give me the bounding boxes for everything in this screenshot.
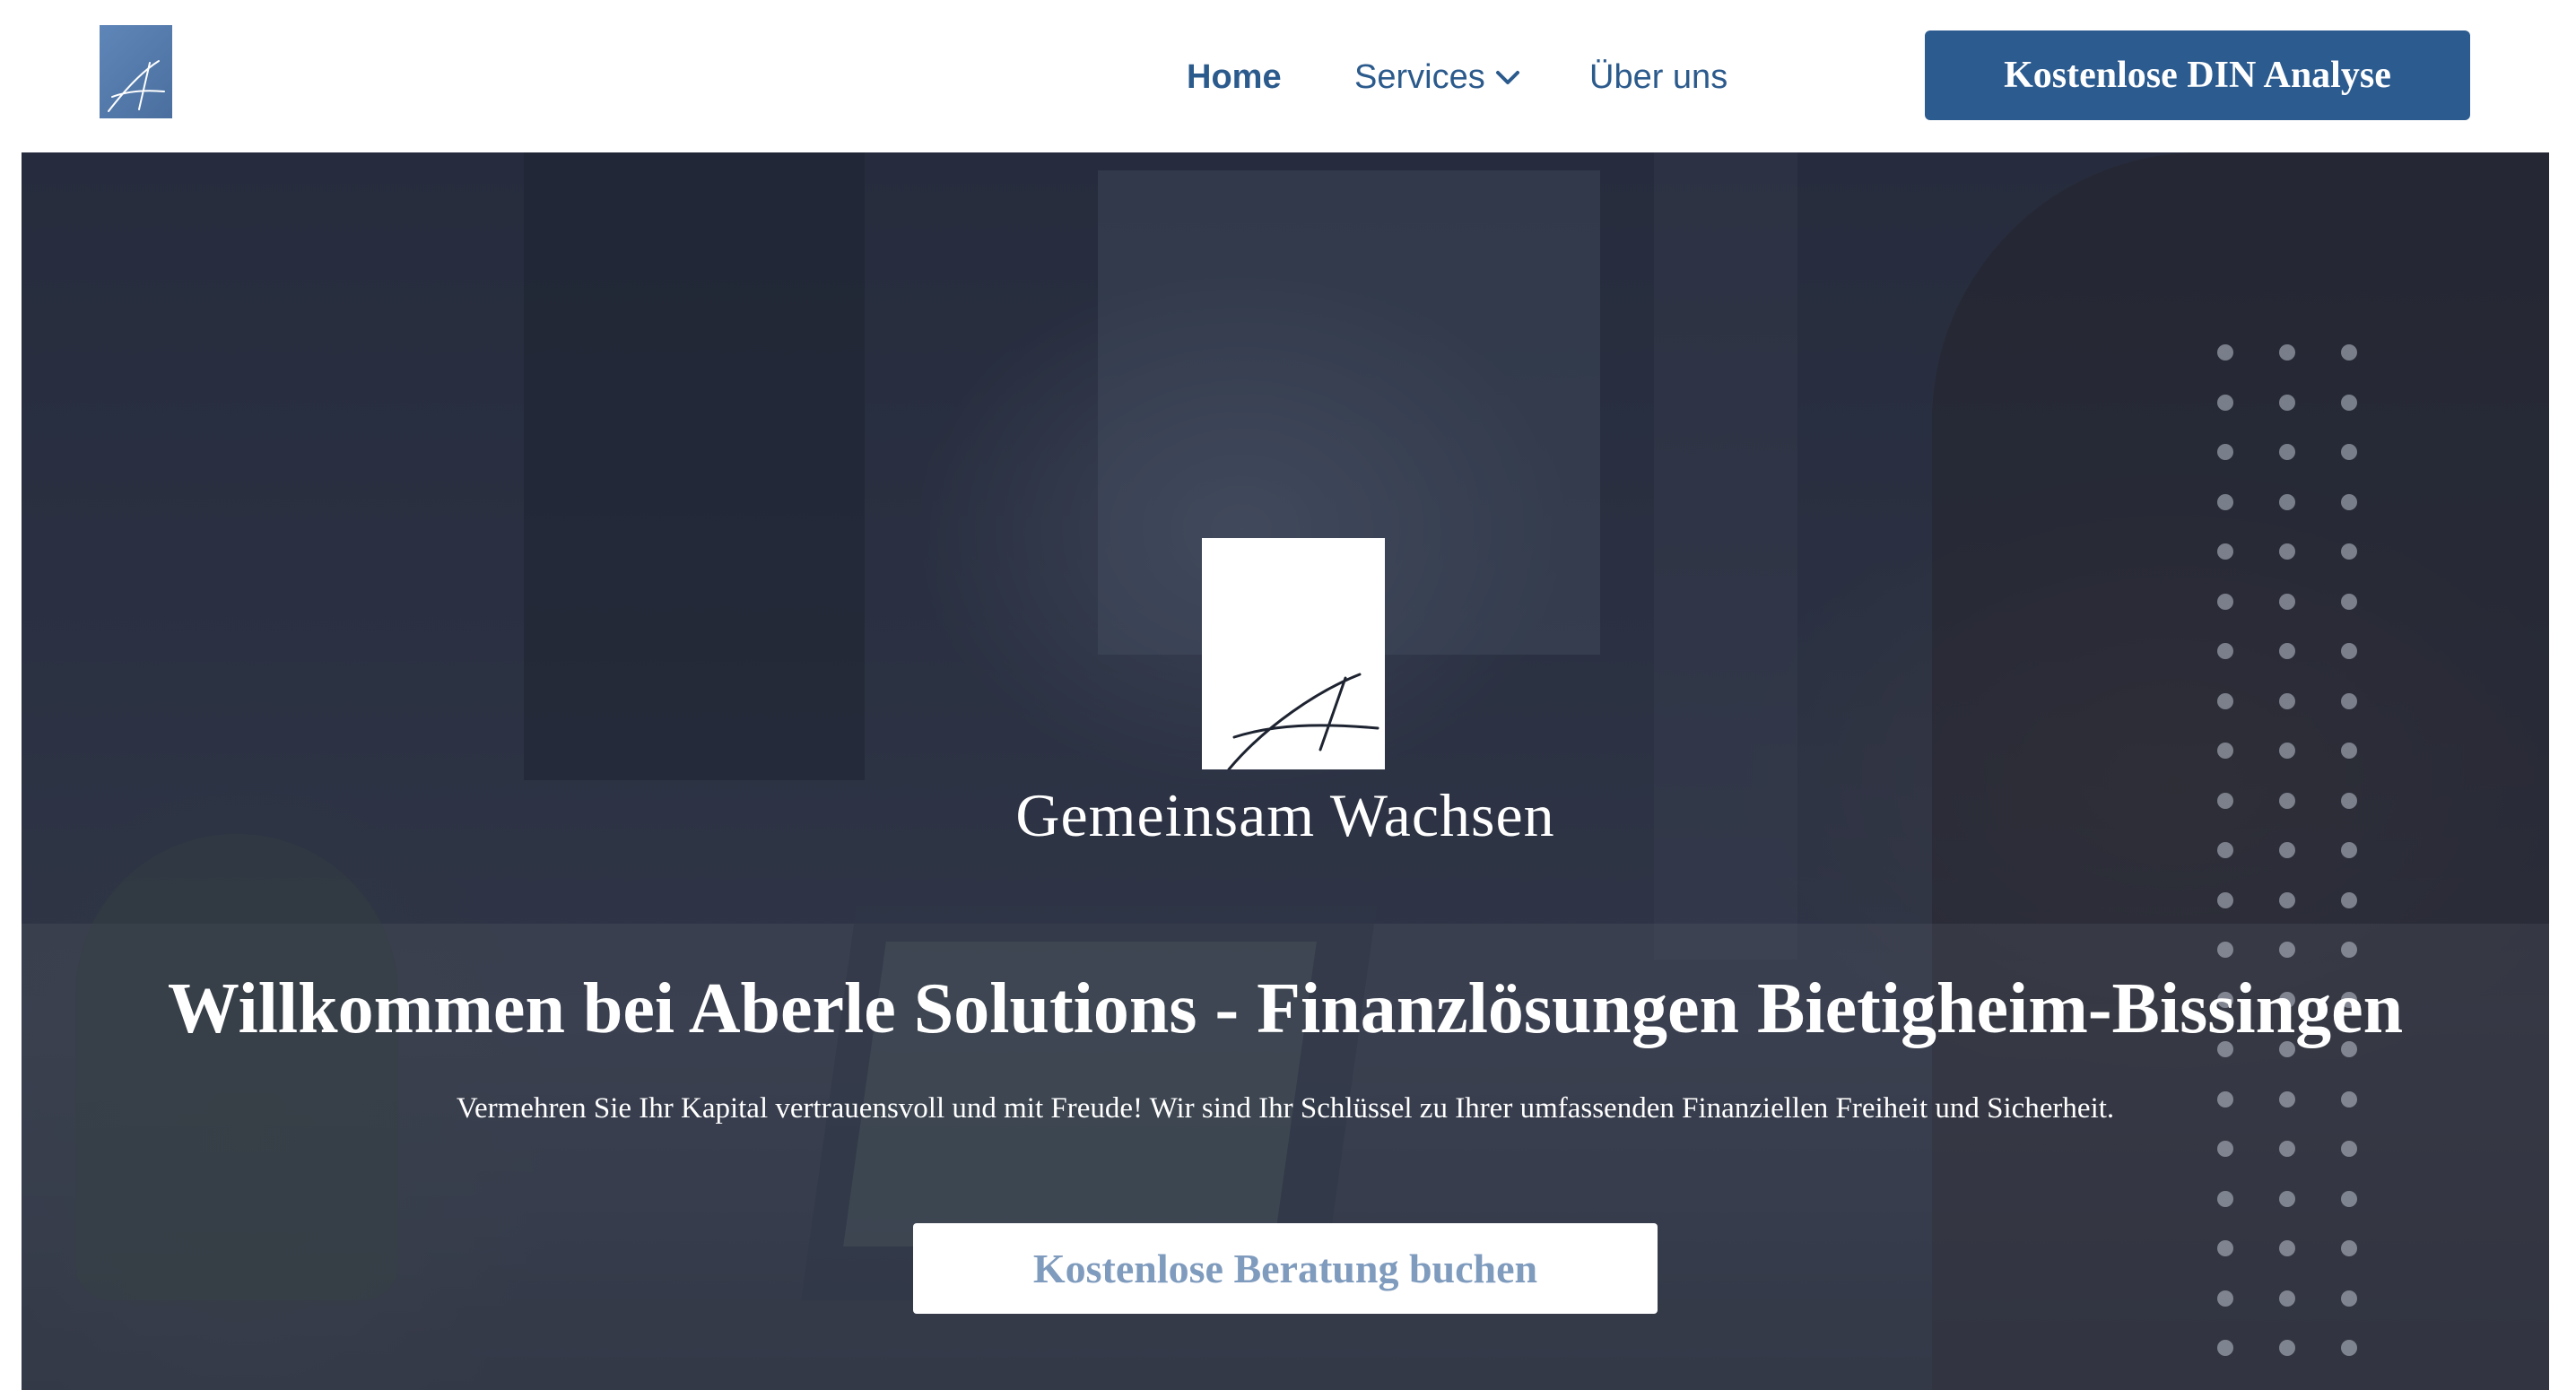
decoration-dot xyxy=(2279,593,2295,610)
decoration-dot xyxy=(2279,1290,2295,1307)
decoration-dot xyxy=(2279,543,2295,560)
decoration-dot xyxy=(2217,394,2233,411)
nav-about[interactable]: Über uns xyxy=(1589,52,1727,102)
decoration-dot xyxy=(2341,743,2357,759)
hero-tagline: Gemeinsam Wachsen xyxy=(1015,781,1555,849)
decoration-dot xyxy=(2341,344,2357,361)
decoration-dot xyxy=(2217,1290,2233,1307)
decoration-dot xyxy=(2341,942,2357,958)
decoration-dot xyxy=(2279,942,2295,958)
decoration-dot xyxy=(2217,1190,2233,1207)
book-consultation-button[interactable]: Kostenlose Beratung buchen xyxy=(913,1223,1658,1314)
site-logo[interactable] xyxy=(100,25,172,118)
decoration-dot xyxy=(2279,1190,2295,1207)
decoration-dot xyxy=(2217,643,2233,659)
chevron-down-icon xyxy=(1493,62,1523,92)
decoration-dot xyxy=(2217,692,2233,709)
hero-headline: Willkommen bei Aberle Solutions - Finanz… xyxy=(167,969,2404,1048)
hero-section: Gemeinsam Wachsen Willkommen bei Aberle … xyxy=(22,152,2549,1390)
decoration-dot xyxy=(2279,743,2295,759)
decoration-dot xyxy=(2341,643,2357,659)
din-analysis-button[interactable]: Kostenlose DIN Analyse xyxy=(1925,30,2470,120)
decoration-dot xyxy=(2341,593,2357,610)
decoration-dot xyxy=(2279,493,2295,510)
decoration-dot xyxy=(2341,1340,2357,1356)
nav-services[interactable]: Services xyxy=(1354,52,1523,102)
decoration-dot xyxy=(2341,891,2357,908)
hero-overlay xyxy=(22,152,2549,1390)
decoration-dot xyxy=(2279,394,2295,411)
site-header: Home Services Über uns Kostenlose DIN An… xyxy=(0,0,2576,152)
decoration-dot xyxy=(2217,1141,2233,1157)
decoration-dot xyxy=(2341,444,2357,460)
decoration-dot xyxy=(2217,543,2233,560)
decoration-dot xyxy=(2341,543,2357,560)
decoration-dot xyxy=(2279,891,2295,908)
decoration-dot xyxy=(2217,344,2233,361)
nav-about-label: Über uns xyxy=(1589,57,1728,96)
decoration-dot xyxy=(2341,394,2357,411)
decoration-dot xyxy=(2217,1340,2233,1356)
decoration-dot xyxy=(2217,743,2233,759)
decoration-dot xyxy=(2279,444,2295,460)
decoration-dot xyxy=(2279,344,2295,361)
decoration-dot xyxy=(2341,1141,2357,1157)
decoration-dot xyxy=(2217,593,2233,610)
decoration-dot xyxy=(2279,692,2295,709)
decoration-dot xyxy=(2217,942,2233,958)
decoration-dot xyxy=(2341,692,2357,709)
hero-subline: Vermehren Sie Ihr Kapital vertrauensvoll… xyxy=(456,1092,2115,1125)
nav-home[interactable]: Home xyxy=(1187,52,1282,102)
decoration-dot xyxy=(2217,444,2233,460)
hero-logo xyxy=(1202,538,1385,769)
nav-services-label: Services xyxy=(1354,57,1485,96)
decoration-dot xyxy=(2279,643,2295,659)
decoration-dot xyxy=(2341,1190,2357,1207)
logo-signature-icon xyxy=(1227,673,1379,769)
decoration-dot xyxy=(2279,1340,2295,1356)
decoration-dot xyxy=(2217,493,2233,510)
decoration-dot xyxy=(2341,493,2357,510)
logo-signature-icon xyxy=(108,60,165,112)
decoration-dot xyxy=(2341,1240,2357,1256)
decoration-dot xyxy=(2341,1290,2357,1307)
decoration-dot xyxy=(2279,1240,2295,1256)
decoration-dot xyxy=(2217,1240,2233,1256)
decoration-dot xyxy=(2217,891,2233,908)
nav-home-label: Home xyxy=(1187,57,1282,96)
decoration-dot xyxy=(2279,1141,2295,1157)
